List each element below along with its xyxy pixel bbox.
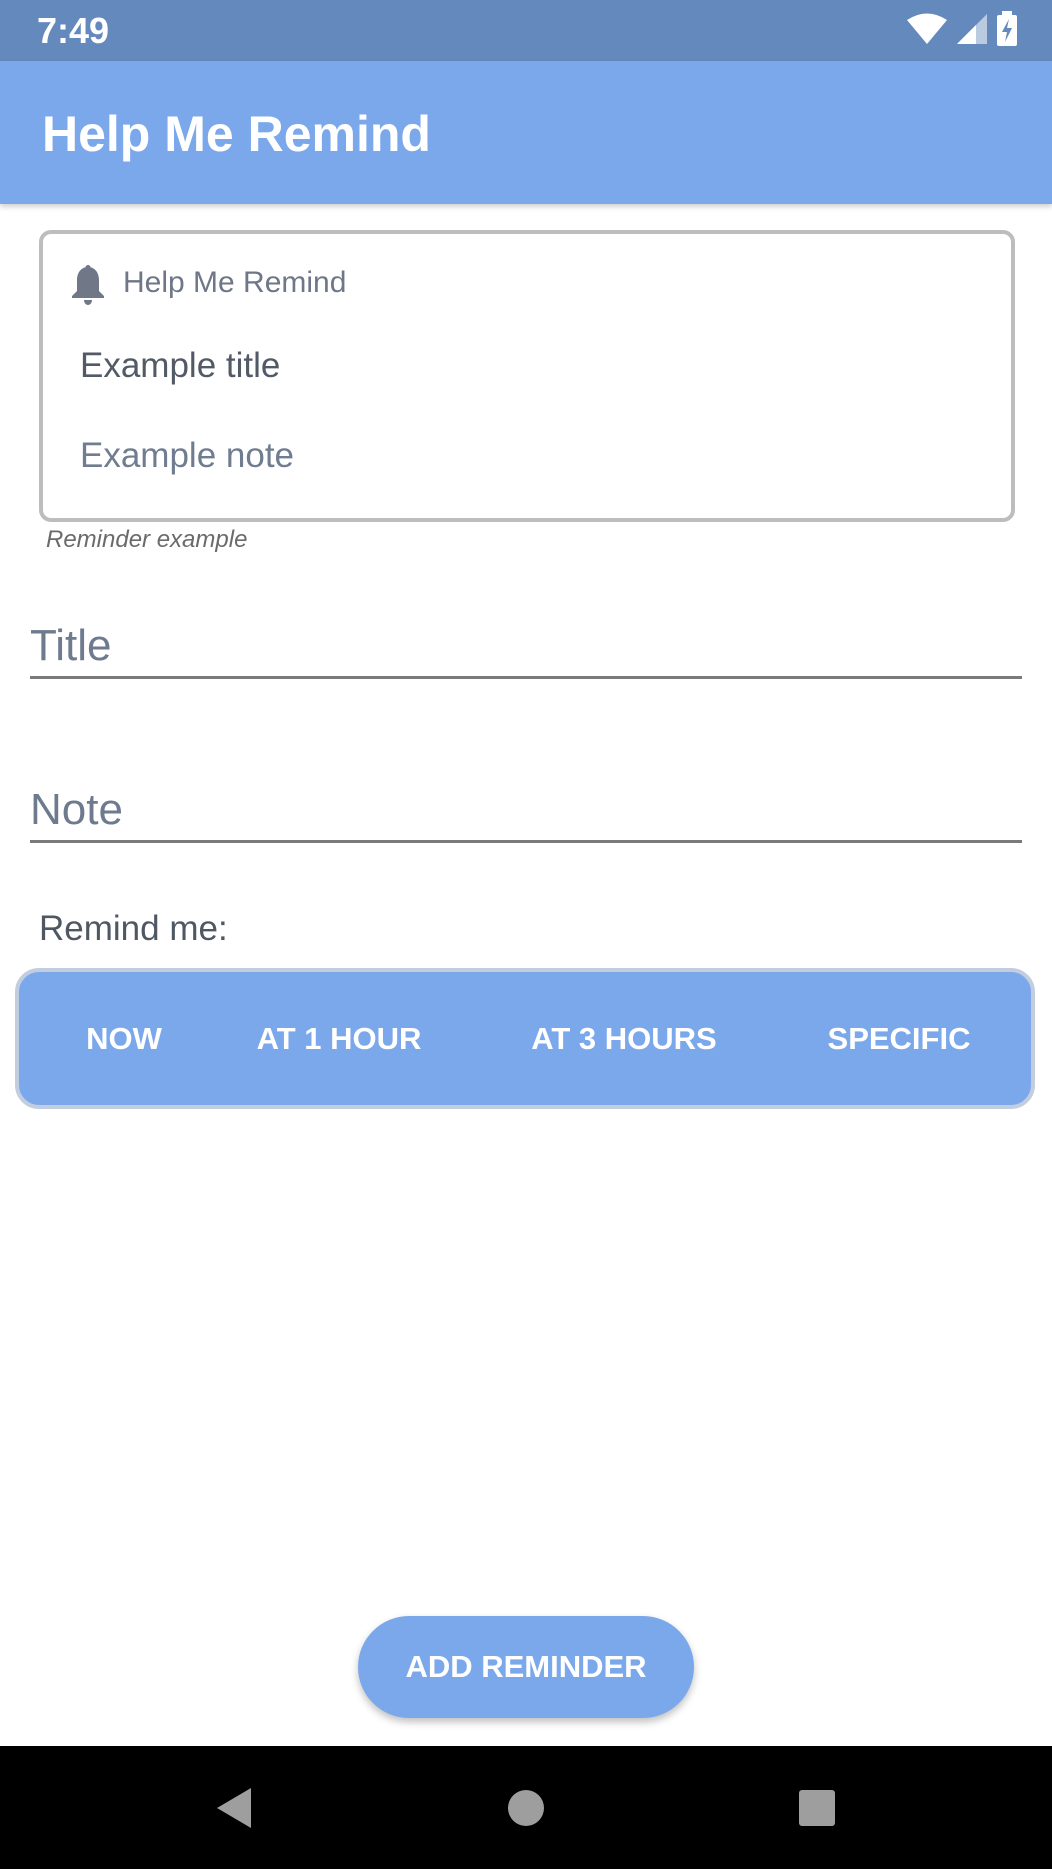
reminder-example-card: Help Me Remind Example title Example not… (39, 230, 1015, 522)
status-time: 7:49 (37, 10, 110, 51)
example-note: Example note (80, 436, 295, 475)
title-field (30, 616, 1022, 679)
notification-app-name: Help Me Remind (123, 266, 347, 299)
reminder-example-caption: Reminder example (46, 526, 248, 553)
remind-3-hours-button[interactable]: AT 3 HOURS (504, 972, 744, 1105)
remind-specific-button[interactable]: SPECIFIC (799, 972, 999, 1105)
recents-icon[interactable] (757, 1746, 877, 1869)
battery-charging-icon (996, 10, 1018, 52)
bell-icon (69, 264, 107, 306)
navigation-bar (0, 1746, 1052, 1869)
remind-now-button[interactable]: NOW (49, 972, 199, 1105)
example-title: Example title (80, 346, 281, 385)
status-icons (906, 10, 1018, 52)
home-icon[interactable] (466, 1746, 586, 1869)
note-input[interactable] (30, 780, 1022, 840)
back-icon[interactable] (173, 1746, 293, 1869)
cell-signal-icon (956, 13, 988, 50)
wifi-icon (906, 13, 948, 50)
app-title: Help Me Remind (42, 106, 431, 162)
add-reminder-button[interactable]: ADD REMINDER (358, 1616, 694, 1718)
title-input[interactable] (30, 616, 1022, 676)
note-field (30, 780, 1022, 843)
remind-1-hour-button[interactable]: AT 1 HOUR (229, 972, 449, 1105)
remind-me-label: Remind me: (39, 909, 228, 948)
app-bar: Help Me Remind (0, 61, 1052, 204)
remind-options-group: NOW AT 1 HOUR AT 3 HOURS SPECIFIC (15, 968, 1035, 1109)
status-bar: 7:49 (0, 0, 1052, 61)
